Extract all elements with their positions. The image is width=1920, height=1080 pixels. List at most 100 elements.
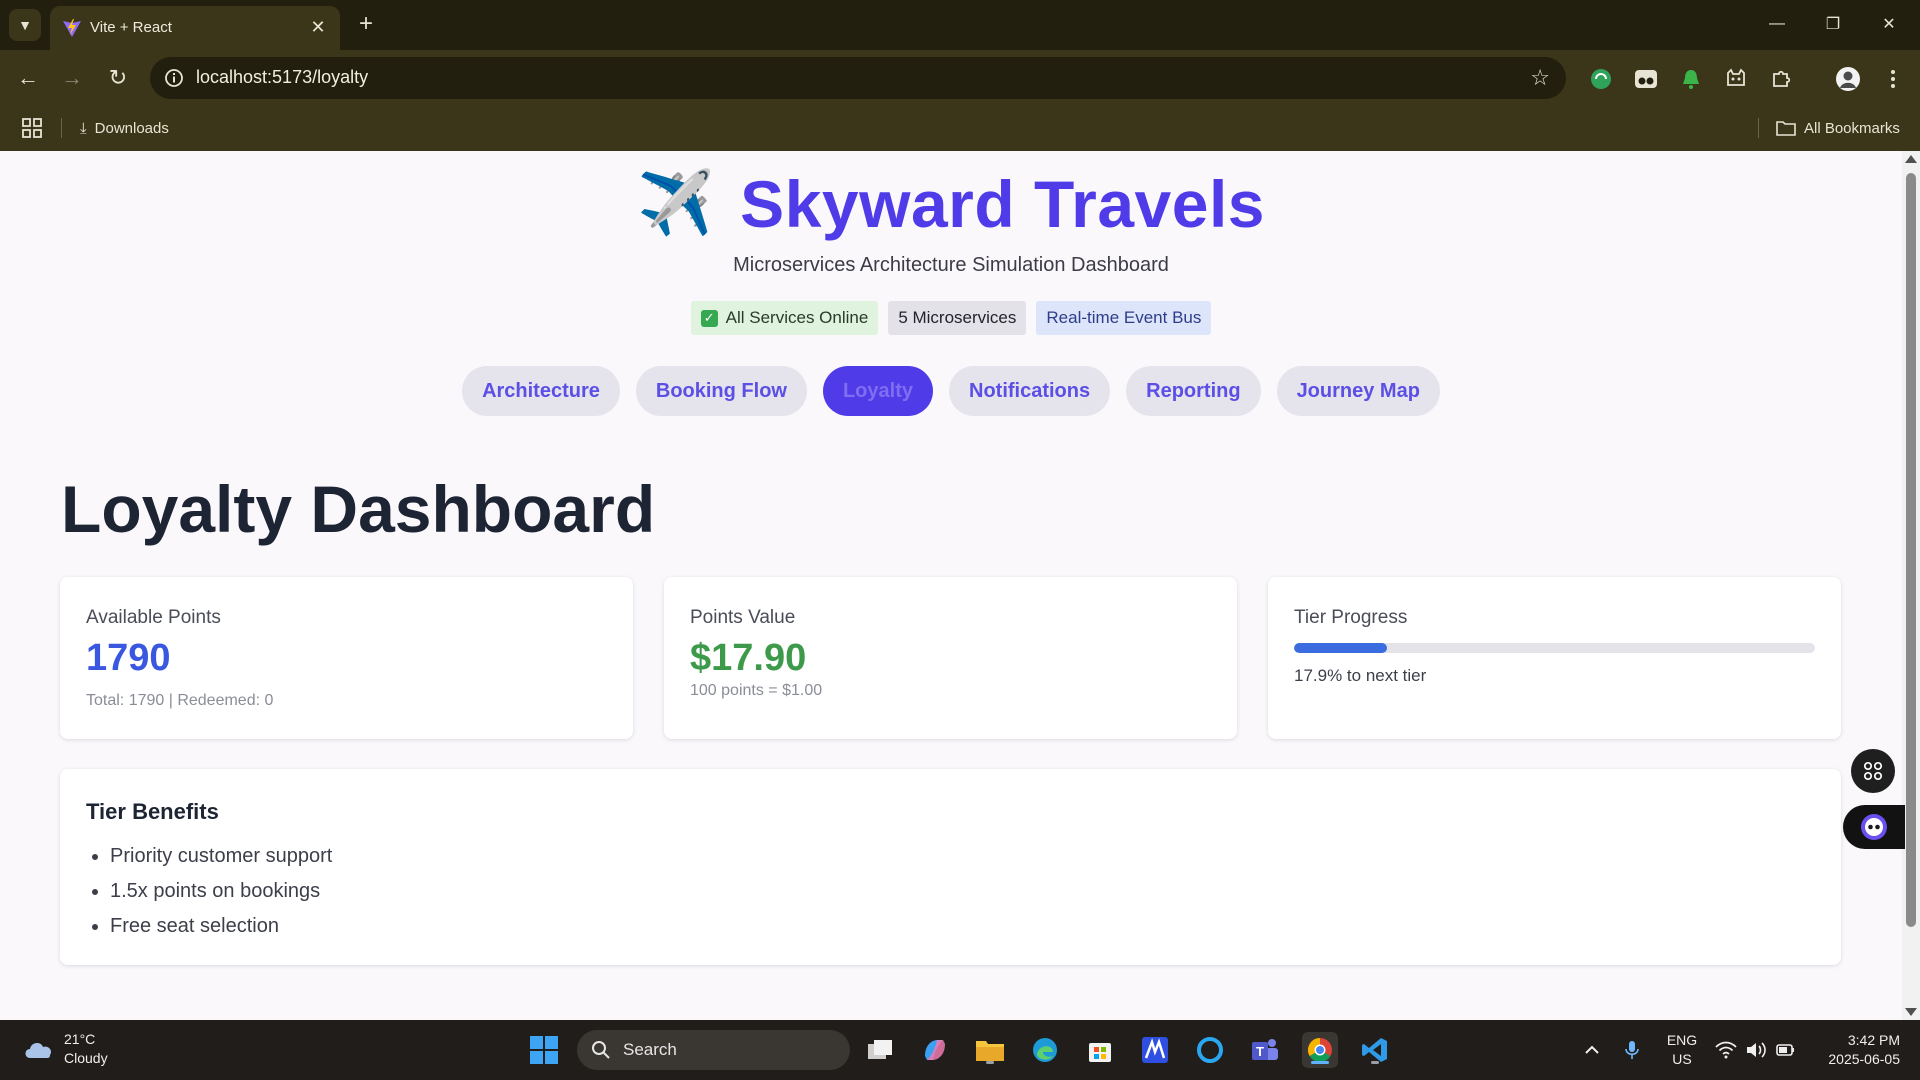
forward-button[interactable]: → (56, 62, 88, 94)
start-button[interactable] (526, 1032, 562, 1068)
file-explorer-icon[interactable] (972, 1032, 1008, 1068)
tab-loyalty[interactable]: Loyalty (822, 366, 933, 416)
reload-button[interactable]: ↻ (102, 62, 134, 94)
tier-progress-bar (1294, 643, 1815, 653)
site-info-icon[interactable] (162, 66, 186, 90)
app-header: ✈️ Skyward Travels (0, 167, 1902, 241)
restore-icon: ❐ (1825, 16, 1841, 33)
taskbar-search-label: Search (623, 1040, 677, 1059)
benefits-title: Tier Benefits (86, 799, 219, 824)
chevron-down-icon: ▼ (18, 17, 32, 33)
all-bookmarks-button[interactable]: All Bookmarks (1776, 116, 1900, 140)
tier-progress-text: 17.9% to next tier (1294, 666, 1427, 685)
address-bar[interactable]: localhost:5173/loyalty ☆ (150, 57, 1566, 99)
svg-text:T: T (1256, 1044, 1264, 1059)
weather-widget[interactable]: 21°C Cloudy (22, 1030, 108, 1068)
scrollbar-thumb[interactable] (1906, 173, 1916, 927)
points-detail: Total: 1790 | Redeemed: 0 (86, 692, 274, 709)
dollar-value: $17.90 (690, 637, 807, 679)
app-m-icon[interactable] (1137, 1032, 1173, 1068)
back-button[interactable]: ← (12, 62, 44, 94)
page-title: Loyalty Dashboard (61, 472, 656, 546)
puzzle-icon[interactable] (1768, 66, 1794, 92)
tab-journey-map[interactable]: Journey Map (1276, 366, 1440, 416)
card-label: Available Points (86, 607, 221, 628)
airplane-icon: ✈️ (636, 169, 715, 238)
conversion-rate: 100 points = $1.00 (690, 682, 823, 699)
checkmark-icon: ✓ (700, 309, 718, 327)
tier-progress-card: Tier Progress 17.9% to next tier (1268, 577, 1841, 739)
status-pills: ✓ All Services Online 5 Microservices Re… (0, 301, 1902, 335)
avatar[interactable] (1835, 66, 1861, 92)
folder-icon (1776, 121, 1796, 136)
points-value: 1790 (86, 637, 171, 679)
edge-icon[interactable] (1027, 1032, 1063, 1068)
microphone-icon[interactable] (1614, 1032, 1650, 1068)
extension-glasses-icon[interactable] (1633, 66, 1659, 92)
tab-title: Vite + React (90, 19, 172, 36)
tab-notifications[interactable]: Notifications (949, 366, 1111, 416)
vscode-icon[interactable] (1357, 1032, 1393, 1068)
battery-icon[interactable] (1768, 1032, 1804, 1068)
weather-desc: Cloudy (64, 1050, 108, 1066)
browser-tab-active[interactable]: Vite + React ✕ (50, 6, 340, 50)
status-badge-event-bus: Real-time Event Bus (1036, 301, 1212, 335)
chevron-up-icon[interactable] (1574, 1032, 1610, 1068)
all-bookmarks-label: All Bookmarks (1804, 119, 1900, 137)
tab-booking-flow[interactable]: Booking Flow (635, 366, 807, 416)
close-window-button[interactable]: ✕ (1866, 8, 1912, 40)
copilot-icon[interactable] (917, 1032, 953, 1068)
vite-logo-icon (63, 19, 81, 37)
list-item: Free seat selection (110, 909, 332, 944)
list-item: Priority customer support (110, 839, 332, 874)
browser-chrome: ▼ Vite + React ✕ + — ❐ ✕ ← → ↻ localhost… (0, 0, 1920, 151)
language-indicator[interactable]: ENG US (1662, 1031, 1702, 1069)
card-label: Tier Progress (1294, 607, 1408, 628)
available-points-card: Available Points 1790 Total: 1790 | Rede… (60, 577, 633, 739)
close-icon: ✕ (1882, 16, 1896, 33)
download-icon: ⤓ (80, 119, 87, 137)
tab-reporting[interactable]: Reporting (1126, 366, 1261, 416)
status-badge-label: All Services Online (725, 308, 869, 327)
url-text: localhost:5173/loyalty (196, 67, 369, 87)
extension-green-icon[interactable] (1588, 66, 1614, 92)
tab-strip: ▼ Vite + React ✕ + — ❐ ✕ (0, 0, 1920, 50)
status-badge-microservices: 5 Microservices (888, 301, 1027, 335)
language-bottom: US (1672, 1051, 1692, 1067)
taskbar-search[interactable]: Search (577, 1030, 850, 1070)
tab-search-button[interactable]: ▼ (9, 9, 41, 41)
command-icon (1863, 761, 1883, 781)
cortana-icon[interactable] (1192, 1032, 1228, 1068)
close-icon[interactable]: ✕ (306, 15, 330, 39)
arrow-left-icon: ← (17, 65, 39, 90)
status-badge-label: 5 Microservices (898, 308, 1017, 327)
cloud-icon (25, 1043, 52, 1058)
bell-icon[interactable] (1678, 66, 1704, 92)
new-tab-button[interactable]: + (352, 10, 380, 38)
assistant-bot-icon (1861, 814, 1887, 840)
divider (1758, 118, 1759, 138)
arrow-right-icon: → (61, 65, 83, 90)
tab-architecture[interactable]: Architecture (462, 366, 620, 416)
page-viewport: ✈️ Skyward Travels Microservices Archite… (0, 151, 1902, 1020)
restore-button[interactable]: ❐ (1810, 8, 1856, 40)
chrome-icon[interactable] (1302, 1032, 1338, 1068)
apps-grid-icon[interactable] (20, 116, 44, 140)
extension-cat-icon[interactable] (1723, 66, 1749, 92)
bookmark-downloads[interactable]: ⤓ Downloads (80, 116, 169, 140)
teams-icon[interactable]: T (1247, 1032, 1283, 1068)
tier-progress-fill (1294, 643, 1388, 653)
search-icon (592, 1041, 610, 1059)
page-scrollbar[interactable] (1902, 151, 1920, 1020)
minimize-button[interactable]: — (1754, 8, 1800, 40)
scroll-down-icon[interactable] (1905, 1008, 1917, 1016)
store-icon[interactable] (1082, 1032, 1118, 1068)
clock-date: 2025-06-05 (1828, 1051, 1900, 1067)
more-menu-icon[interactable] (1880, 66, 1906, 92)
floating-command-button[interactable] (1851, 749, 1895, 793)
task-view-icon[interactable] (862, 1032, 898, 1068)
floating-assistant-button[interactable] (1843, 805, 1905, 849)
clock[interactable]: 3:42 PM 2025-06-05 (1812, 1031, 1900, 1069)
star-icon[interactable]: ☆ (1530, 65, 1550, 91)
scroll-up-icon[interactable] (1905, 155, 1917, 163)
